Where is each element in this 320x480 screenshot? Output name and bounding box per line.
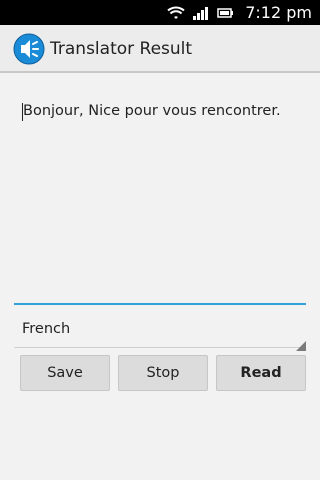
save-button[interactable]: Save [20, 355, 110, 391]
main-content: Bonjour, Nice pour vous rencontrer. Fren… [0, 73, 320, 480]
stop-button[interactable]: Stop [118, 355, 208, 391]
battery-icon [217, 7, 234, 19]
result-text: Bonjour, Nice pour vous rencontrer. [23, 103, 281, 119]
page-title: Translator Result [50, 39, 193, 59]
status-icons: 7:12 pm [167, 0, 312, 25]
language-spinner[interactable]: French [14, 317, 306, 351]
status-bar: 7:12 pm [0, 0, 320, 25]
wifi-icon [167, 6, 185, 20]
signal-icon [193, 6, 209, 20]
read-button[interactable]: Read [216, 355, 306, 391]
button-row: Save Stop Read [20, 355, 306, 391]
clock: 7:12 pm [245, 3, 312, 22]
language-spinner-value: French [22, 321, 71, 337]
dropdown-corner-icon [296, 336, 306, 351]
action-bar: Translator Result [0, 25, 320, 73]
result-text-field[interactable]: Bonjour, Nice pour vous rencontrer. [14, 83, 306, 305]
speaker-icon[interactable] [13, 33, 45, 65]
